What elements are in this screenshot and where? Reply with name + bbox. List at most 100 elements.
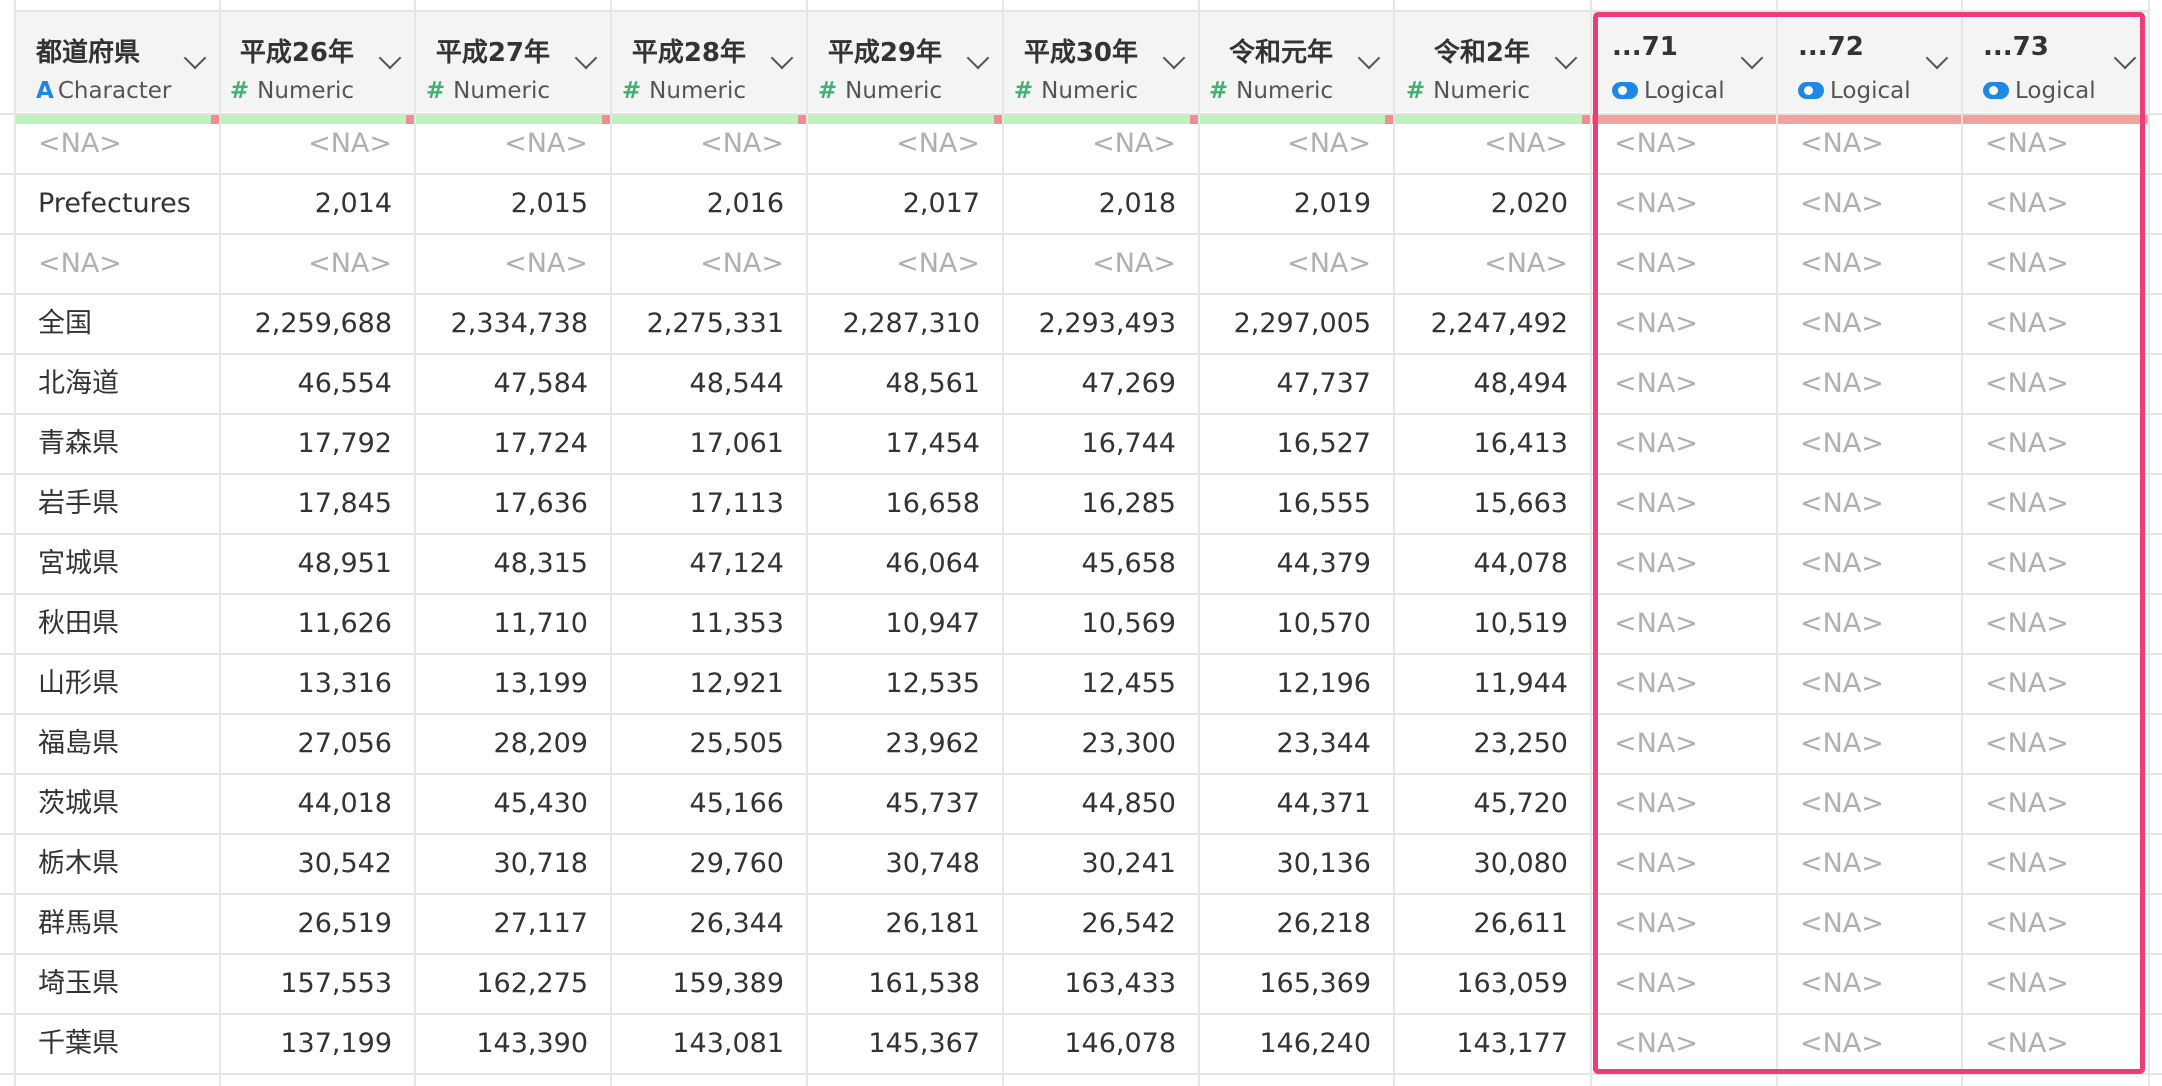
table-cell[interactable]: 47,124 (612, 534, 806, 594)
table-cell[interactable]: 13,316 (221, 654, 414, 714)
table-cell[interactable]: 埼玉県 (16, 954, 219, 1014)
table-cell[interactable]: <NA> (1778, 234, 1961, 294)
table-cell[interactable]: <NA> (612, 234, 806, 294)
table-cell[interactable]: <NA> (1778, 174, 1961, 234)
table-cell[interactable]: <NA> (1592, 534, 1776, 594)
table-cell[interactable]: <NA> (1963, 714, 2149, 774)
table-cell[interactable]: 10,519 (1395, 594, 1590, 654)
table-cell[interactable]: 12,455 (1004, 654, 1198, 714)
table-cell[interactable]: 143,390 (416, 1014, 610, 1074)
table-cell[interactable]: 26,611 (1395, 894, 1590, 954)
table-cell[interactable]: 15,663 (1395, 474, 1590, 534)
table-cell[interactable]: 2,247,492 (1395, 294, 1590, 354)
column-header-name[interactable]: 平成29年 (828, 32, 942, 69)
table-cell[interactable]: 137,199 (221, 1014, 414, 1074)
column-header[interactable]: ...72 Logical (1778, 10, 1961, 124)
chevron-down-icon[interactable] (1554, 46, 1578, 70)
table-cell[interactable]: 30,542 (221, 834, 414, 894)
chevron-down-icon[interactable] (1357, 46, 1381, 70)
table-cell[interactable]: 165,369 (1200, 954, 1393, 1014)
table-cell[interactable]: <NA> (808, 234, 1002, 294)
table-cell[interactable]: 26,181 (808, 894, 1002, 954)
table-cell[interactable]: 45,720 (1395, 774, 1590, 834)
table-cell[interactable]: <NA> (1963, 234, 2149, 294)
table-cell[interactable]: 25,505 (612, 714, 806, 774)
table-cell[interactable]: 145,367 (808, 1014, 1002, 1074)
table-cell[interactable]: <NA> (1592, 1014, 1776, 1074)
table-cell[interactable]: 161,538 (808, 954, 1002, 1014)
table-cell[interactable]: <NA> (1592, 234, 1776, 294)
table-cell[interactable]: <NA> (1592, 414, 1776, 474)
table-cell[interactable]: 16,658 (808, 474, 1002, 534)
table-cell[interactable]: 11,626 (221, 594, 414, 654)
table-cell[interactable]: 岩手県 (16, 474, 219, 534)
table-cell[interactable]: <NA> (1963, 1014, 2149, 1074)
table-cell[interactable]: <NA> (1592, 174, 1776, 234)
table-cell[interactable]: <NA> (1963, 774, 2149, 834)
table-cell[interactable]: 45,658 (1004, 534, 1198, 594)
table-cell[interactable]: <NA> (221, 234, 414, 294)
table-cell[interactable]: 30,241 (1004, 834, 1198, 894)
table-cell[interactable]: 29,760 (612, 834, 806, 894)
table-cell[interactable]: 159,389 (612, 954, 806, 1014)
table-cell[interactable]: Prefectures (16, 174, 219, 234)
column-header[interactable]: 平成26年 # Numeric (221, 10, 414, 124)
table-cell[interactable]: 46,554 (221, 354, 414, 414)
chevron-down-icon[interactable] (183, 46, 207, 70)
table-cell[interactable]: 16,413 (1395, 414, 1590, 474)
table-cell[interactable]: 26,519 (221, 894, 414, 954)
table-cell[interactable]: 2,275,331 (612, 294, 806, 354)
column-header[interactable]: 都道府県 A Character (16, 10, 219, 124)
column-header[interactable]: 平成29年 # Numeric (808, 10, 1002, 124)
table-cell[interactable]: <NA> (416, 114, 610, 174)
column-header-name[interactable]: ...72 (1798, 32, 1864, 62)
table-cell[interactable]: 46,064 (808, 534, 1002, 594)
table-cell[interactable]: 17,792 (221, 414, 414, 474)
table-cell[interactable]: 千葉県 (16, 1014, 219, 1074)
table-cell[interactable]: 146,240 (1200, 1014, 1393, 1074)
table-cell[interactable]: <NA> (1778, 894, 1961, 954)
table-cell[interactable]: 17,454 (808, 414, 1002, 474)
table-cell[interactable]: <NA> (1592, 474, 1776, 534)
table-cell[interactable]: 11,944 (1395, 654, 1590, 714)
table-cell[interactable]: 2,015 (416, 174, 610, 234)
table-cell[interactable]: 17,113 (612, 474, 806, 534)
table-cell[interactable]: 茨城県 (16, 774, 219, 834)
table-cell[interactable]: 10,569 (1004, 594, 1198, 654)
table-cell[interactable]: <NA> (1592, 594, 1776, 654)
column-header-name[interactable]: ...71 (1612, 32, 1678, 62)
table-cell[interactable]: 16,285 (1004, 474, 1198, 534)
table-cell[interactable]: 48,315 (416, 534, 610, 594)
table-cell[interactable]: <NA> (1592, 354, 1776, 414)
table-cell[interactable]: 45,737 (808, 774, 1002, 834)
table-cell[interactable]: <NA> (1963, 594, 2149, 654)
table-cell[interactable]: 2,018 (1004, 174, 1198, 234)
table-cell[interactable]: 群馬県 (16, 894, 219, 954)
column-header[interactable]: 平成30年 # Numeric (1004, 10, 1198, 124)
table-cell[interactable]: <NA> (221, 114, 414, 174)
table-cell[interactable]: 17,845 (221, 474, 414, 534)
table-cell[interactable]: <NA> (1778, 594, 1961, 654)
table-cell[interactable]: <NA> (1963, 474, 2149, 534)
chevron-down-icon[interactable] (2113, 46, 2137, 70)
table-cell[interactable]: <NA> (1592, 294, 1776, 354)
table-cell[interactable]: <NA> (1778, 774, 1961, 834)
table-cell[interactable]: 28,209 (416, 714, 610, 774)
chevron-down-icon[interactable] (966, 46, 990, 70)
column-header-name[interactable]: 令和元年 (1229, 32, 1333, 69)
column-header-name[interactable]: 令和2年 (1434, 32, 1530, 69)
chevron-down-icon[interactable] (1740, 46, 1764, 70)
table-cell[interactable]: 23,250 (1395, 714, 1590, 774)
table-cell[interactable]: <NA> (1592, 714, 1776, 774)
table-cell[interactable]: <NA> (1592, 774, 1776, 834)
column-header-name[interactable]: 平成27年 (436, 32, 550, 69)
table-cell[interactable]: <NA> (1963, 834, 2149, 894)
column-header[interactable]: 令和2年 # Numeric (1395, 10, 1590, 124)
table-cell[interactable]: 26,542 (1004, 894, 1198, 954)
table-cell[interactable]: <NA> (16, 234, 219, 294)
table-cell[interactable]: <NA> (1778, 1014, 1961, 1074)
table-cell[interactable]: 11,353 (612, 594, 806, 654)
table-cell[interactable]: 2,016 (612, 174, 806, 234)
chevron-down-icon[interactable] (1925, 46, 1949, 70)
table-cell[interactable]: 2,017 (808, 174, 1002, 234)
